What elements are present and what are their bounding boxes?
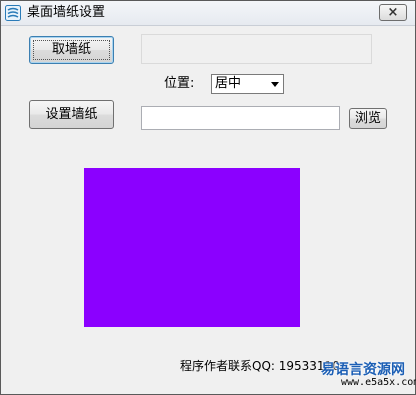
close-button[interactable]: × (379, 4, 407, 21)
watermark: 易语言资源网 www.e5a5x.com (321, 355, 416, 393)
close-icon: × (387, 5, 399, 20)
author-contact-text: 程序作者联系QQ: 19533110 (180, 359, 340, 373)
chevron-down-icon[interactable] (271, 82, 279, 87)
window-title: 桌面墙纸设置 (27, 5, 106, 20)
set-wallpaper-label: 设置墙纸 (45, 106, 98, 122)
get-wallpaper-label: 取墙纸 (51, 42, 91, 57)
watermark-url: www.e5a5x.com (341, 377, 416, 388)
image-path-input[interactable] (141, 106, 340, 130)
set-wallpaper-button[interactable]: 设置墙纸 (29, 100, 114, 129)
position-select[interactable]: 居中 (211, 74, 284, 94)
position-label: 位置: (164, 76, 195, 91)
browse-button[interactable]: 浏览 (349, 108, 387, 129)
title-bar[interactable]: 桌面墙纸设置 × (1, 1, 415, 26)
position-selected-value: 居中 (215, 76, 242, 91)
wallpaper-info-box (141, 34, 372, 64)
app-logo-icon (5, 5, 21, 21)
watermark-logo: 易语言资源网 (321, 362, 405, 378)
get-wallpaper-button[interactable]: 取墙纸 (29, 36, 114, 64)
app-window: 桌面墙纸设置 × 取墙纸 位置: 居中 设置墙纸 浏览 程序作者联系QQ: 19… (0, 0, 416, 395)
browse-label: 浏览 (354, 110, 381, 126)
wallpaper-preview (84, 168, 300, 327)
